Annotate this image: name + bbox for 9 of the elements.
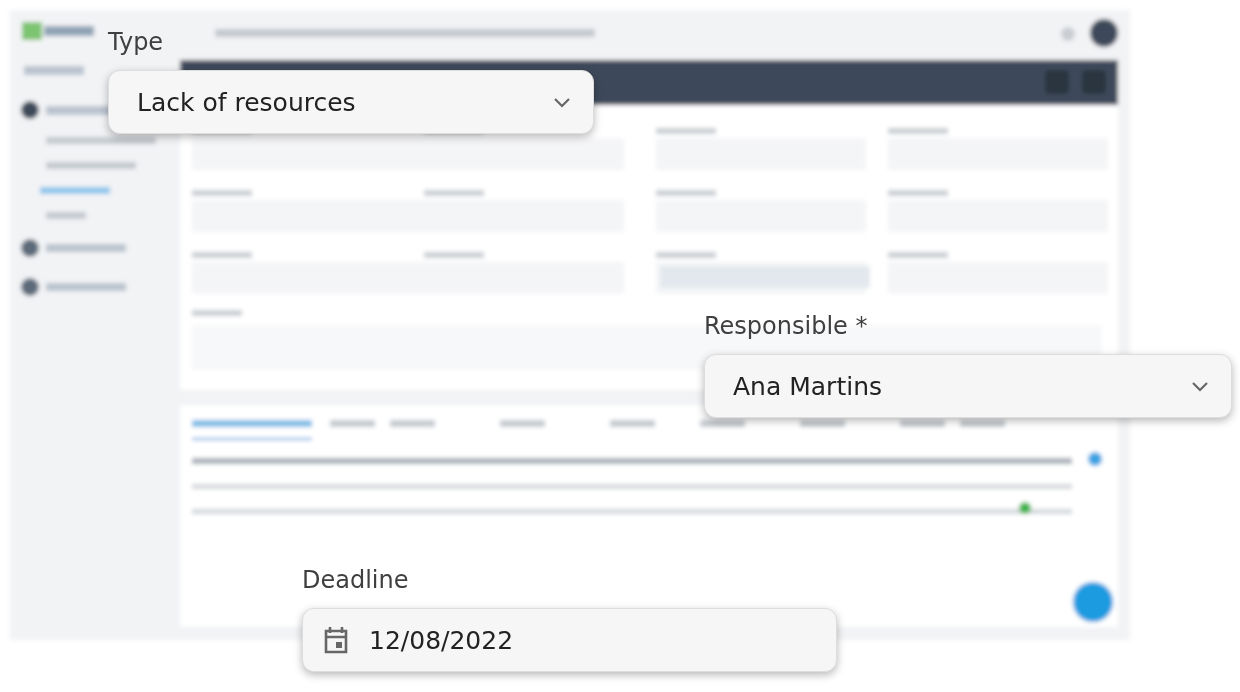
dropdown-field[interactable]: Lack of resources <box>108 70 594 134</box>
field-label: Type <box>108 27 164 58</box>
calendar-icon <box>323 626 349 654</box>
field-label: Deadline <box>302 565 409 596</box>
chevron-down-icon <box>1191 380 1209 392</box>
chevron-down-icon <box>553 96 571 108</box>
dropdown-field[interactable]: Ana Martins <box>704 354 1232 418</box>
field-label: Responsible * <box>704 311 868 342</box>
date-field[interactable]: 12/08/2022 <box>302 608 837 672</box>
